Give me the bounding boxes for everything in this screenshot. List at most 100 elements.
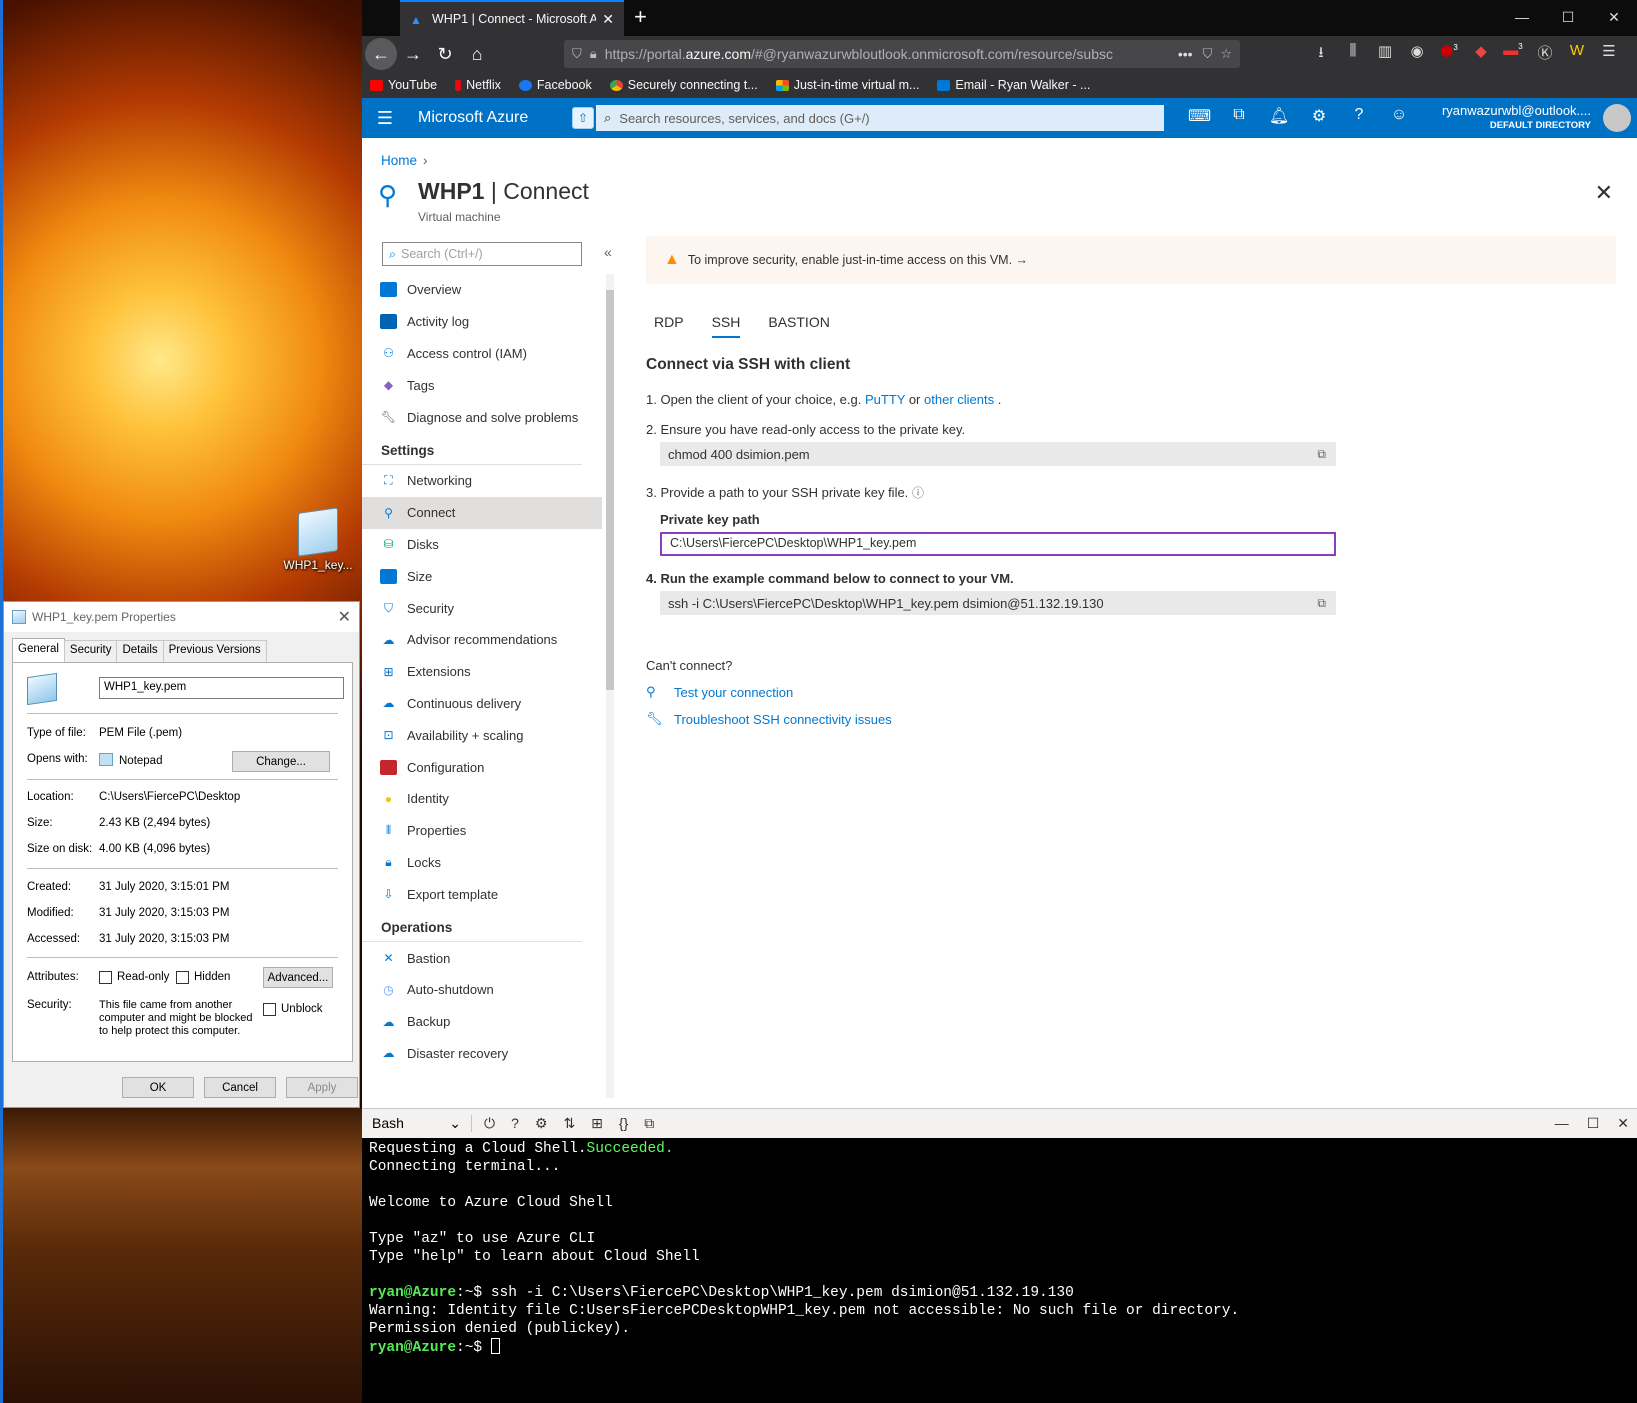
tab-details[interactable]: Details [116,640,164,662]
hidden-checkbox[interactable] [176,971,189,984]
settings-gear-icon[interactable]: ⚙ [535,1115,548,1132]
bookmark-star-icon[interactable]: ☆ [1220,46,1232,62]
new-session-icon[interactable]: ⊞ [591,1115,603,1132]
settings-gear-icon[interactable]: ⚙ [1308,106,1330,126]
directory-filter-icon[interactable]: ⧉ [1228,106,1250,126]
tab-bastion[interactable]: BASTION [768,314,829,338]
terminal[interactable]: Requesting a Cloud Shell.Succeeded. Conn… [362,1138,1637,1403]
menu-item-size[interactable]: Size [362,560,602,592]
extension-w-icon[interactable]: W [1566,42,1588,67]
download-icon[interactable]: ⭳ [1310,42,1332,67]
other-clients-link[interactable]: other clients [924,392,994,407]
tab-security[interactable]: Security [63,640,118,662]
bookmark-email[interactable]: Email - Ryan Walker - ... [937,78,1090,92]
close-blade-icon[interactable]: ✕ [1595,180,1613,206]
browser-tab[interactable]: ▲ WHP1 | Connect - Microsoft Az ✕ [400,0,624,36]
url-bar[interactable]: ⛉ 🔒︎ https://portal.azure.com/#@ryanwazu… [564,40,1240,68]
home-icon[interactable]: ⌂ [461,38,493,70]
feedback-icon[interactable]: ☺ [1388,106,1410,126]
menu-item-locks[interactable]: 🔒︎ Locks [362,847,602,879]
tab-previous-versions[interactable]: Previous Versions [162,640,267,662]
private-key-path-input[interactable]: C:\Users\FiercePC\Desktop\WHP1_key.pem [660,532,1336,556]
bookmark-netflix[interactable]: Netflix [455,78,501,92]
bookmark-facebook[interactable]: Facebook [518,78,592,92]
back-icon[interactable]: ← [365,38,397,70]
menu-item-auto-shutdown[interactable]: ◷ Auto-shutdown [362,974,602,1006]
unblock-checkbox[interactable] [263,1003,276,1016]
jit-warning-banner[interactable]: ▲ To improve security, enable just-in-ti… [646,236,1616,284]
tab-rdp[interactable]: RDP [654,314,684,338]
menu-item-export-template[interactable]: ⇩ Export template [362,878,602,910]
minimize-icon[interactable]: — [1499,0,1545,34]
extension-icon[interactable]: ▬3 [1502,42,1524,67]
bookmark-securely-connecting[interactable]: Securely connecting t... [609,78,758,92]
pocket-icon[interactable]: ⛉ [1203,46,1213,62]
info-icon[interactable]: ⓘ [912,486,924,500]
new-tab-icon[interactable]: + [634,4,647,30]
cloud-shell-icon[interactable]: ⌨ [1188,106,1211,126]
azure-brand[interactable]: Microsoft Azure [418,109,558,127]
maximize-icon[interactable]: ☐ [1587,1115,1600,1132]
notifications-icon[interactable]: 🔔︎ [1268,106,1290,126]
shield-icon[interactable]: ⛉ [572,46,582,62]
menu-item-disks[interactable]: ⛁ Disks [362,529,602,561]
readonly-checkbox[interactable] [99,971,112,984]
menu-item-advisor[interactable]: ☁ Advisor recommendations [362,624,602,656]
menu-item-properties[interactable]: ⦀ Properties [362,815,602,847]
test-connection-link[interactable]: ⚲ Test your connection [646,684,793,700]
menu-search-input[interactable]: ⌕ Search (Ctrl+/) [382,242,582,266]
putty-link[interactable]: PuTTY [865,392,905,407]
shell-type-select[interactable]: Bash ⌄ [362,1115,472,1132]
global-search-input[interactable]: ⌕ Search resources, services, and docs (… [596,105,1164,131]
minimize-icon[interactable]: — [1555,1115,1569,1132]
menu-item-overview[interactable]: Overview [362,274,602,306]
upgrade-icon[interactable]: ⇧ [572,107,594,129]
portal-menu-icon[interactable]: ☰ [362,108,408,129]
copy-icon[interactable]: ⧉ [1317,596,1326,611]
menu-item-continuous-delivery[interactable]: ☁ Continuous delivery [362,688,602,720]
upload-download-icon[interactable]: ⇅ [563,1115,575,1132]
menu-item-tags[interactable]: ◆ Tags [362,369,602,401]
advanced-button[interactable]: Advanced... [263,967,333,988]
menu-item-activity-log[interactable]: Activity log [362,306,602,338]
ok-button[interactable]: OK [122,1077,194,1098]
ublock-icon[interactable]: ⬢3 [1438,42,1460,67]
page-actions-icon[interactable]: ••• [1178,46,1193,62]
menu-item-connect[interactable]: ⚲ Connect [362,496,602,529]
copy-icon[interactable]: ⧉ [1317,447,1326,462]
filename-field[interactable]: WHP1_key.pem [99,677,344,699]
window-close-icon[interactable]: ✕ [1591,0,1637,34]
change-button[interactable]: Change... [232,751,330,772]
reload-icon[interactable]: ↻ [429,38,461,70]
account-info[interactable]: ryanwazurwbl@outlook.... DEFAULT DIRECTO… [1442,103,1591,133]
tab-ssh[interactable]: SSH [711,314,741,338]
menu-item-security[interactable]: ⛉ Security [362,592,602,624]
close-tab-icon[interactable]: ✕ [602,11,614,28]
menu-item-backup[interactable]: ☁ Backup [362,1006,602,1038]
breadcrumb-home[interactable]: Home [381,153,417,168]
cancel-button[interactable]: Cancel [204,1077,276,1098]
menu-item-extensions[interactable]: ⊞ Extensions [362,656,602,688]
menu-item-diagnose[interactable]: 🔧︎ Diagnose and solve problems [362,401,602,433]
collapse-menu-icon[interactable]: « [604,244,612,260]
tab-general[interactable]: General [12,638,65,662]
extension-k-icon[interactable]: Ⓚ [1534,42,1556,67]
help-icon[interactable]: ? [511,1115,519,1132]
menu-icon[interactable]: ☰ [1598,42,1620,67]
close-icon[interactable]: ✕ [1617,1115,1629,1132]
close-icon[interactable]: ✕ [338,607,351,627]
bookmark-youtube[interactable]: YouTube [370,78,437,92]
menu-item-disaster-recovery[interactable]: ☁ Disaster recovery [362,1038,602,1070]
bookmark-just-in-time[interactable]: Just-in-time virtual m... [775,78,919,92]
library-icon[interactable]: ⫼ [1342,42,1364,67]
menu-item-access-control[interactable]: ⚇ Access control (IAM) [362,338,602,370]
scroll-thumb[interactable] [606,290,614,690]
menu-scrollbar[interactable] [606,274,614,1098]
account-icon[interactable]: ◉ [1406,42,1428,67]
sidebar-icon[interactable]: ▥ [1374,42,1396,67]
menu-item-bastion[interactable]: ✕ Bastion [362,942,602,974]
menu-item-availability[interactable]: ⊡ Availability + scaling [362,719,602,751]
menu-item-identity[interactable]: ● Identity [362,783,602,815]
lock-icon[interactable]: 🔒︎ [590,46,597,62]
maximize-icon[interactable]: ☐ [1545,0,1591,34]
